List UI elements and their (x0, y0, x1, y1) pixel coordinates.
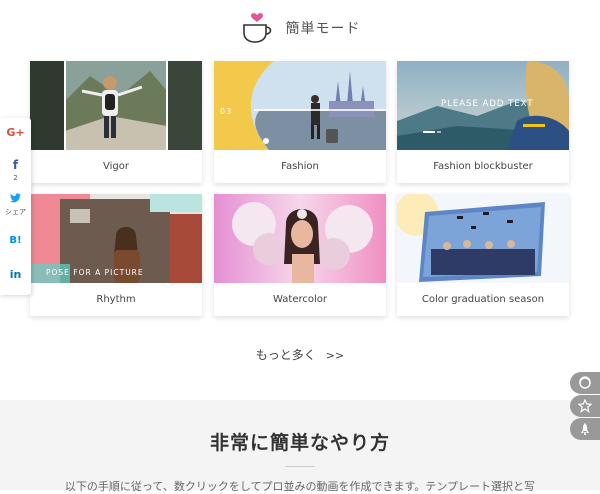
facebook-icon: f (12, 158, 19, 172)
template-label: Watercolor (273, 294, 327, 305)
star-icon (578, 399, 592, 413)
support-icon (579, 376, 591, 389)
section-title: 簡単モード (285, 21, 361, 37)
twitter-icon (10, 193, 21, 203)
facebook-share-button[interactable]: f (0, 158, 31, 172)
template-label: Rhythm (96, 294, 136, 305)
facebook-share-count: 2 (13, 174, 18, 182)
linkedin-share-button[interactable]: in (0, 268, 31, 281)
template-card-fashion-blockbuster[interactable]: PLEASE ADD TEXT Fashion blockbuster (397, 61, 569, 183)
hatena-bookmark-button[interactable]: B! (0, 235, 31, 246)
thumbnail-text: PLEASE ADD TEXT (441, 99, 534, 109)
template-label: Vigor (103, 161, 129, 172)
section-header: 簡単モード (0, 8, 600, 48)
template-thumbnail: 03 (214, 61, 386, 150)
linkedin-icon: in (9, 268, 22, 281)
favorite-button[interactable] (570, 395, 600, 417)
social-share-bar: G+ f 2 シェア B! in (0, 118, 31, 295)
template-thumbnail: PLEASE ADD TEXT (397, 61, 569, 150)
thumbnail-text: POSE FOR A PICTURE (46, 268, 144, 277)
more-templates-link[interactable]: もっと多く >> (0, 346, 600, 363)
template-thumbnail (214, 194, 386, 283)
template-label: Fashion blockbuster (433, 161, 533, 172)
heart-cup-icon (242, 13, 271, 43)
template-card-rhythm[interactable]: POSE FOR A PICTURE Rhythm (30, 194, 202, 316)
hatena-bookmark-icon: B! (9, 235, 22, 246)
how-to-section: 非常に簡単なやり方 以下の手順に従って、数クリックをしてプロ並みの動画を作成でき… (0, 400, 600, 493)
google-plus-share-button[interactable]: G+ (0, 126, 31, 139)
heading-divider (285, 466, 315, 467)
support-button[interactable] (570, 372, 600, 394)
template-grid: Vigor 03 Fashion PLEASE ADD TEXT Fashion… (30, 61, 570, 321)
twitter-share-caption: シェア (5, 208, 26, 216)
template-card-vigor[interactable]: Vigor (30, 61, 202, 183)
more-label: もっと多く (255, 348, 316, 362)
template-label: Fashion (281, 161, 319, 172)
template-label: Color graduation season (421, 294, 545, 305)
thumbnail-text: 03 (220, 107, 233, 116)
google-plus-icon: G+ (6, 126, 25, 139)
more-arrow: >> (325, 349, 345, 362)
template-thumbnail: POSE FOR A PICTURE (30, 194, 202, 283)
rocket-icon (581, 423, 589, 435)
twitter-share-button[interactable] (0, 193, 31, 206)
template-card-watercolor[interactable]: Watercolor (214, 194, 386, 316)
template-thumbnail (397, 194, 569, 283)
template-card-color-graduation-season[interactable]: Color graduation season (397, 194, 569, 316)
template-thumbnail (30, 61, 202, 150)
template-card-fashion[interactable]: 03 Fashion (214, 61, 386, 183)
back-to-top-button[interactable] (570, 418, 600, 440)
how-to-heading: 非常に簡単なやり方 (209, 432, 390, 454)
how-to-description: 以下の手順に従って、数クリックをしてプロ並みの動画を作成できます。テンプレート選… (64, 480, 536, 493)
